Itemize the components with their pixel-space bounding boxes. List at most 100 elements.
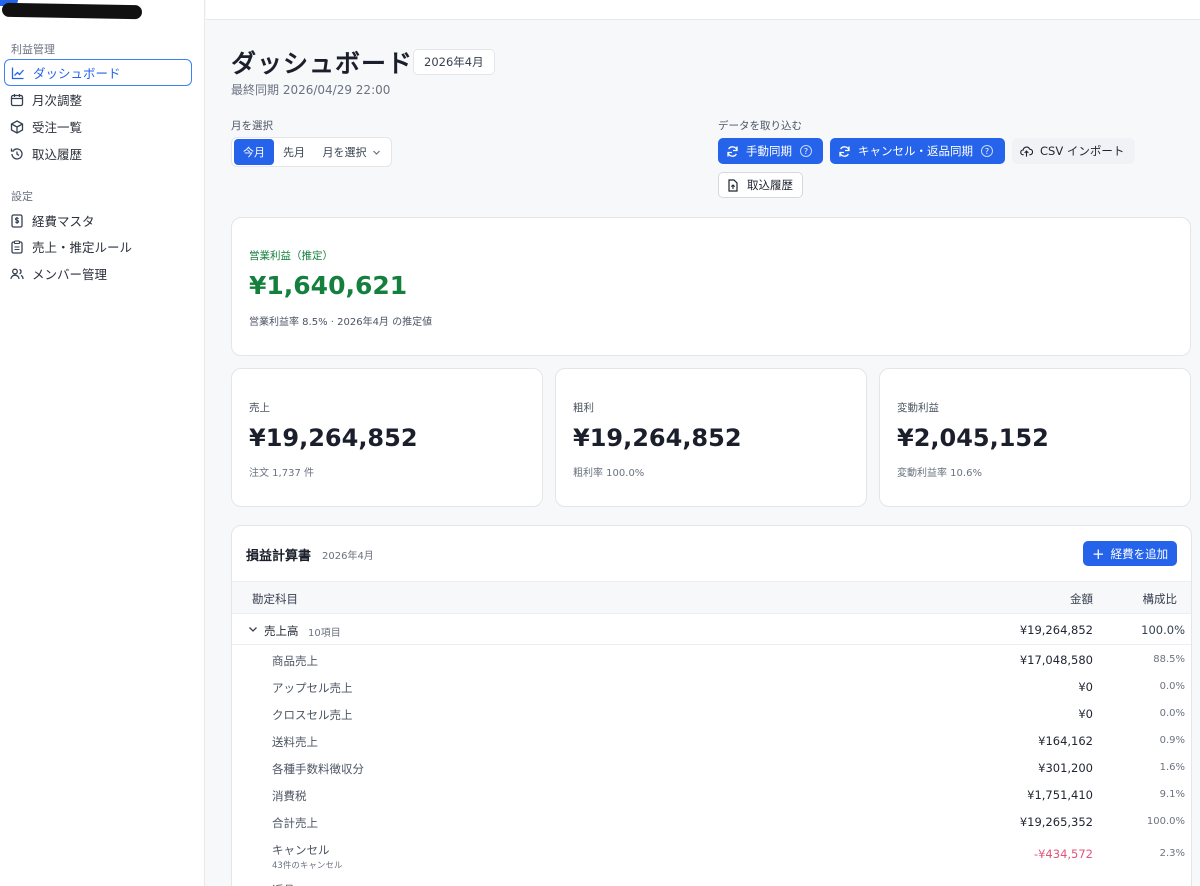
operating-profit-value: ¥1,640,621 bbox=[249, 271, 408, 300]
column-header-item[interactable]: 勘定科目 bbox=[252, 591, 298, 607]
table-row: アップセル売上 ¥0 0.0% bbox=[232, 675, 1191, 702]
kpi-label: 変動利益 bbox=[897, 402, 939, 414]
row-name: 送料売上 bbox=[272, 735, 318, 749]
row-ratio: 100.0% bbox=[1146, 816, 1185, 827]
kpi-label: 売上 bbox=[249, 402, 270, 414]
manual-sync-button[interactable]: 手動同期 ? bbox=[718, 138, 823, 164]
csv-import-label: CSV インポート bbox=[1040, 144, 1125, 158]
table-row: 合計売上 ¥19,265,352 100.0% bbox=[232, 810, 1191, 837]
row-ratio: 2.3% bbox=[1159, 848, 1185, 859]
row-name: 合計売上 bbox=[272, 816, 318, 830]
month-segmented-control: 今月 先月 月を選択 bbox=[231, 137, 392, 167]
nav-section-settings: 設定 bbox=[11, 190, 33, 203]
import-history-button[interactable]: 取込履歴 bbox=[718, 172, 803, 198]
chevron-down-icon bbox=[372, 148, 381, 157]
row-name: 返品 bbox=[272, 882, 295, 886]
cancel-return-sync-button[interactable]: キャンセル・返品同期 ? bbox=[830, 138, 1005, 164]
row-ratio: 0.0% bbox=[1159, 681, 1185, 692]
sidebar-item-monthly-adjust[interactable]: 月次調整 bbox=[4, 86, 192, 113]
row-ratio: 0.0% bbox=[1159, 708, 1185, 719]
column-header-amount[interactable]: 金額 bbox=[1070, 591, 1093, 607]
row-subtext: 43件のキャンセル bbox=[272, 861, 343, 871]
last-month-button[interactable]: 先月 bbox=[274, 139, 314, 165]
refresh-icon bbox=[726, 145, 739, 158]
kpi-card-sales: 売上 ¥19,264,852 注文 1,737 件 bbox=[231, 368, 543, 507]
file-upload-icon bbox=[727, 178, 740, 192]
row-amount: ¥301,200 bbox=[1038, 761, 1093, 775]
kpi-card-gross-profit: 粗利 ¥19,264,852 粗利率 100.0% bbox=[555, 368, 867, 507]
sidebar-item-import-history[interactable]: 取込履歴 bbox=[4, 140, 192, 167]
table-row: 送料売上 ¥164,162 0.9% bbox=[232, 729, 1191, 756]
box-icon bbox=[10, 119, 24, 134]
table-header: 勘定科目 金額 構成比 bbox=[232, 581, 1191, 614]
table-row: 消費税 ¥1,751,410 9.1% bbox=[232, 783, 1191, 810]
line-chart-icon bbox=[11, 66, 25, 80]
group-count: 10項目 bbox=[308, 628, 341, 639]
sidebar-item-label: 経費マスタ bbox=[32, 214, 95, 229]
row-amount: -¥434,572 bbox=[1033, 847, 1093, 861]
sidebar-item-dashboard[interactable]: ダッシュボード bbox=[4, 59, 192, 86]
month-badge: 2026年4月 bbox=[413, 49, 495, 75]
sidebar-item-label: ダッシュボード bbox=[33, 66, 121, 81]
this-month-button[interactable]: 今月 bbox=[234, 139, 274, 165]
operating-profit-note: 営業利益率 8.5% · 2026年4月 の推定値 bbox=[249, 317, 433, 328]
sidebar: 利益管理 ダッシュボード 月次調整 受注一覧 取込履歴 設定 経費マスタ 売上・… bbox=[0, 0, 205, 886]
import-history-label: 取込履歴 bbox=[747, 178, 793, 192]
row-amount: ¥0 bbox=[1078, 680, 1093, 694]
row-name: アップセル売上 bbox=[272, 681, 353, 695]
row-amount: ¥19,265,352 bbox=[1019, 815, 1093, 829]
table-row: キャンセル 43件のキャンセル -¥434,572 2.3% bbox=[232, 837, 1191, 874]
chevron-down-icon[interactable] bbox=[247, 623, 259, 635]
cancel-return-sync-label: キャンセル・返品同期 bbox=[858, 144, 973, 158]
group-row-sales[interactable]: 売上高 10項目 ¥19,264,852 100.0% bbox=[232, 615, 1191, 645]
operating-profit-label: 営業利益（推定） bbox=[249, 250, 333, 262]
sidebar-item-expense-master[interactable]: 経費マスタ bbox=[4, 207, 192, 234]
help-icon[interactable]: ? bbox=[800, 145, 812, 157]
row-amount: ¥0 bbox=[1078, 707, 1093, 721]
table-row: 返品 bbox=[232, 877, 1191, 886]
dollar-doc-icon bbox=[10, 213, 24, 228]
sidebar-item-members[interactable]: メンバー管理 bbox=[4, 260, 192, 287]
row-name: 消費税 bbox=[272, 789, 307, 803]
pl-title: 損益計算書 bbox=[246, 549, 312, 564]
row-ratio: 9.1% bbox=[1159, 789, 1185, 800]
cloud-upload-icon bbox=[1020, 145, 1033, 158]
brand-logo[interactable] bbox=[0, 0, 205, 28]
kpi-value: ¥19,264,852 bbox=[573, 424, 742, 452]
row-ratio: 88.5% bbox=[1153, 654, 1185, 665]
month-select-label: 月を選択 bbox=[231, 120, 273, 132]
help-icon[interactable]: ? bbox=[981, 145, 993, 157]
top-bar bbox=[206, 0, 1200, 20]
kpi-note: 粗利率 100.0% bbox=[573, 468, 645, 479]
last-sync-time: 最終同期 2026/04/29 22:00 bbox=[231, 83, 391, 97]
row-amount: ¥164,162 bbox=[1038, 734, 1093, 748]
sidebar-item-label: 売上・推定ルール bbox=[32, 240, 133, 255]
clipboard-icon bbox=[10, 239, 24, 254]
refresh-icon bbox=[838, 145, 851, 158]
kpi-note: 注文 1,737 件 bbox=[249, 468, 314, 479]
row-name: 各種手数料徴収分 bbox=[272, 762, 364, 776]
pick-month-dropdown[interactable]: 月を選択 bbox=[314, 139, 389, 165]
group-name: 売上高 bbox=[264, 624, 299, 638]
row-ratio: 1.6% bbox=[1159, 762, 1185, 773]
operating-profit-card: 営業利益（推定） ¥1,640,621 営業利益率 8.5% · 2026年4月… bbox=[231, 217, 1191, 356]
history-icon bbox=[10, 147, 24, 161]
brand-name-redacted bbox=[1, 2, 143, 20]
nav-section-profit: 利益管理 bbox=[11, 43, 55, 56]
kpi-value: ¥2,045,152 bbox=[897, 424, 1049, 452]
group-amount: ¥19,264,852 bbox=[1019, 623, 1093, 637]
row-name: クロスセル売上 bbox=[272, 708, 353, 722]
import-label: データを取り込む bbox=[718, 120, 802, 132]
pl-month: 2026年4月 bbox=[322, 551, 374, 562]
sidebar-item-sales-rules[interactable]: 売上・推定ルール bbox=[4, 233, 192, 260]
column-header-ratio[interactable]: 構成比 bbox=[1143, 591, 1178, 607]
pl-statement-card: 損益計算書 2026年4月 + 経費を追加 勘定科目 金額 構成比 売上高 10… bbox=[231, 525, 1192, 886]
add-expense-button[interactable]: + 経費を追加 bbox=[1083, 541, 1178, 566]
kpi-note: 変動利益率 10.6% bbox=[897, 468, 982, 479]
sidebar-item-label: 取込履歴 bbox=[32, 147, 83, 162]
sidebar-item-orders[interactable]: 受注一覧 bbox=[4, 113, 192, 140]
kpi-label: 粗利 bbox=[573, 402, 594, 414]
csv-import-button[interactable]: CSV インポート bbox=[1012, 138, 1135, 164]
sidebar-item-label: 受注一覧 bbox=[32, 120, 83, 135]
kpi-value: ¥19,264,852 bbox=[249, 424, 418, 452]
